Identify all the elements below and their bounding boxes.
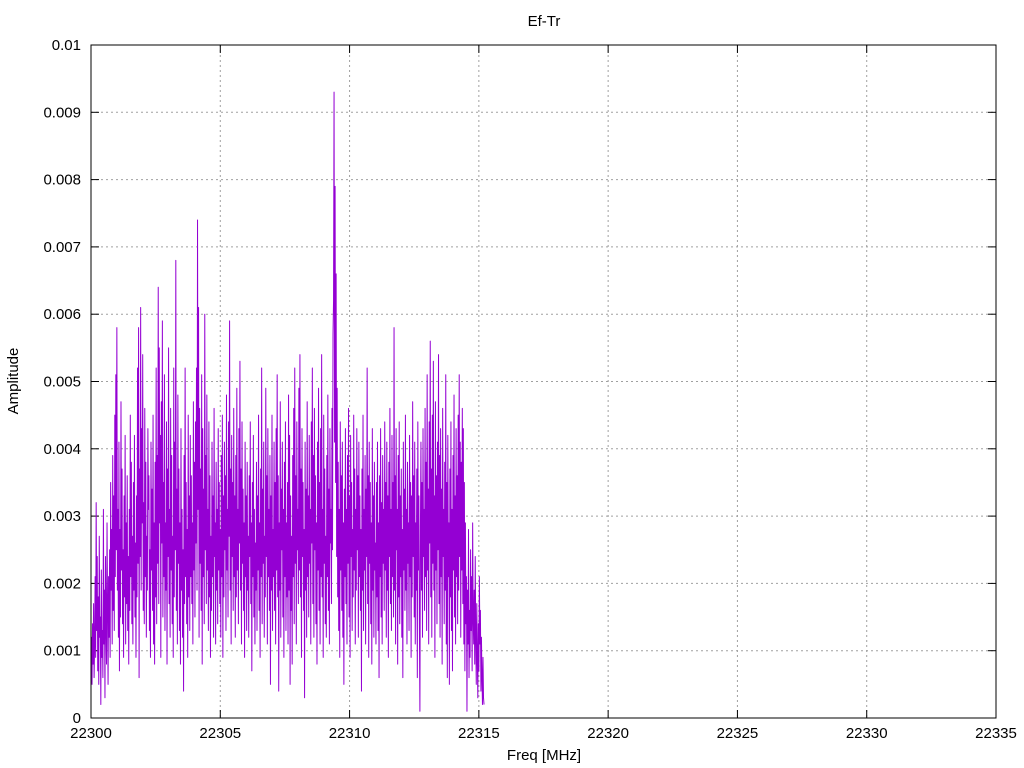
x-tick-label: 22325 (717, 725, 759, 742)
y-tick-label: 0.004 (43, 441, 81, 458)
y-tick-label: 0.006 (43, 306, 81, 323)
x-tick-label: 22310 (329, 725, 371, 742)
chart-title: Ef-Tr (528, 13, 561, 30)
x-tick-label: 22305 (199, 725, 241, 742)
x-tick-label: 22330 (846, 725, 888, 742)
x-tick-label: 22315 (458, 725, 500, 742)
spectrum-chart: 22300 22305 22310 22315 22320 22325 22330 22335… (0, 0, 1024, 768)
y-tick-label: 0 (73, 710, 81, 727)
x-axis-label: Freq [MHz] (507, 747, 581, 764)
x-tick-label: 22335 (975, 725, 1017, 742)
y-tick-label: 0.007 (43, 239, 81, 256)
y-tick-label: 0.003 (43, 508, 81, 525)
chart-background (0, 0, 1024, 768)
y-tick-label: 0.01 (52, 37, 81, 54)
y-tick-label: 0.005 (43, 374, 81, 391)
y-tick-label: 0.002 (43, 575, 81, 592)
y-axis-label: Amplitude (5, 348, 22, 415)
y-tick-label: 0.009 (43, 104, 81, 121)
x-tick-label: 22320 (587, 725, 629, 742)
y-tick-label: 0.001 (43, 643, 81, 660)
y-tick-label: 0.008 (43, 172, 81, 189)
chart-container: 22300 22305 22310 22315 22320 22325 22330 22335… (0, 0, 1024, 768)
x-tick-label: 22300 (70, 725, 112, 742)
